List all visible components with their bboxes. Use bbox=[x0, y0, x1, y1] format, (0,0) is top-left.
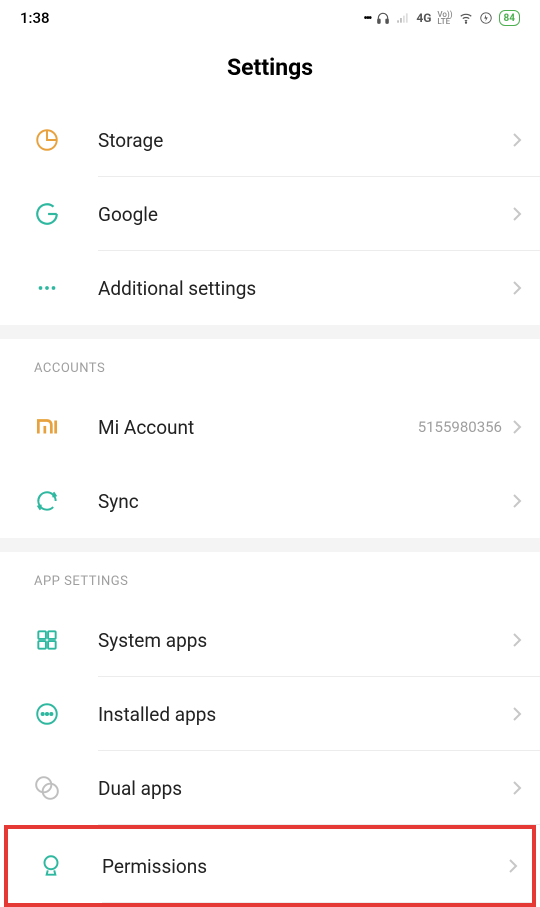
row-label: System apps bbox=[98, 629, 512, 652]
row-additional-settings[interactable]: Additional settings bbox=[0, 251, 540, 325]
chevron-right-icon bbox=[512, 493, 522, 509]
row-mi-account[interactable]: Mi Account 5155980356 bbox=[0, 390, 540, 464]
dots-icon bbox=[34, 275, 60, 301]
row-label: Storage bbox=[98, 129, 512, 152]
row-label: Additional settings bbox=[98, 277, 512, 300]
charging-icon bbox=[479, 11, 493, 25]
permissions-icon bbox=[38, 853, 64, 879]
battery-indicator: 84 bbox=[499, 10, 520, 26]
mi-icon bbox=[34, 414, 60, 440]
chevron-right-icon bbox=[512, 206, 522, 222]
status-time: 1:38 bbox=[20, 9, 50, 27]
row-installed-apps[interactable]: Installed apps bbox=[0, 677, 540, 751]
dual-icon bbox=[34, 775, 60, 801]
chevron-right-icon bbox=[512, 632, 522, 648]
row-label: Sync bbox=[98, 490, 512, 513]
row-label: Dual apps bbox=[98, 777, 512, 800]
chevron-right-icon bbox=[512, 280, 522, 296]
wifi-icon bbox=[459, 11, 473, 25]
installed-icon bbox=[34, 701, 60, 727]
signal-icon bbox=[396, 11, 410, 25]
row-label: Google bbox=[98, 203, 512, 226]
row-sync[interactable]: Sync bbox=[0, 464, 540, 538]
highlight-permissions: Permissions bbox=[4, 825, 536, 907]
section-app-settings: APP SETTINGS bbox=[0, 552, 540, 603]
page-title: Settings bbox=[0, 36, 540, 103]
row-label: Installed apps bbox=[98, 703, 512, 726]
grid-icon bbox=[34, 627, 60, 653]
row-google[interactable]: Google bbox=[0, 177, 540, 251]
storage-icon bbox=[34, 127, 60, 153]
headphones-icon bbox=[376, 11, 390, 25]
row-system-apps[interactable]: System apps bbox=[0, 603, 540, 677]
row-label: Permissions bbox=[102, 855, 508, 878]
status-indicators: ••• 4G Vo))LTE 84 bbox=[363, 10, 520, 26]
volte-label: Vo))LTE bbox=[437, 11, 452, 25]
row-dual-apps[interactable]: Dual apps bbox=[0, 751, 540, 825]
status-bar: 1:38 ••• 4G Vo))LTE 84 bbox=[0, 0, 540, 36]
network-label: 4G bbox=[416, 11, 431, 25]
row-storage[interactable]: Storage bbox=[0, 103, 540, 177]
row-value: 5155980356 bbox=[418, 418, 502, 436]
chevron-right-icon bbox=[512, 780, 522, 796]
chevron-right-icon bbox=[508, 858, 518, 874]
row-permissions[interactable]: Permissions bbox=[8, 829, 532, 903]
row-label: Mi Account bbox=[98, 416, 418, 439]
google-icon bbox=[34, 201, 60, 227]
more-icon: ••• bbox=[363, 11, 370, 25]
sync-icon bbox=[34, 488, 60, 514]
chevron-right-icon bbox=[512, 706, 522, 722]
section-accounts: ACCOUNTS bbox=[0, 339, 540, 390]
chevron-right-icon bbox=[512, 419, 522, 435]
chevron-right-icon bbox=[512, 132, 522, 148]
